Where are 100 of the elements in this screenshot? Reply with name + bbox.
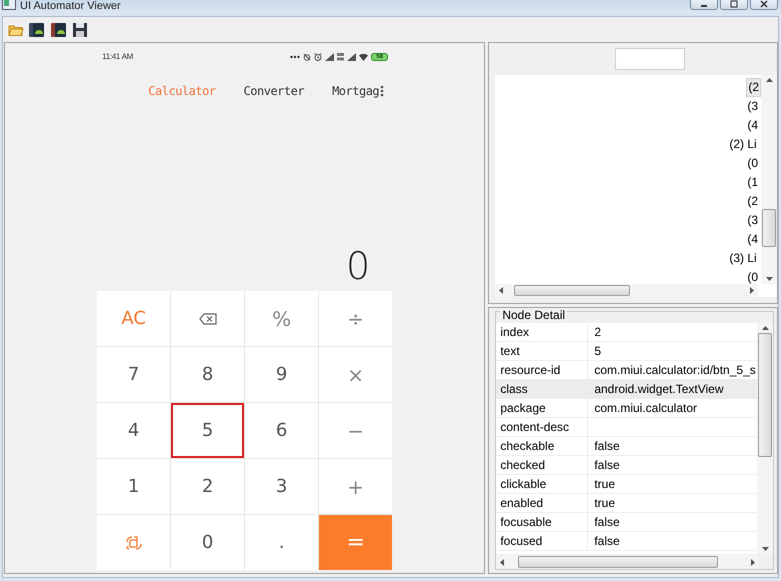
calculator-tab[interactable]: Mortgag [332,82,380,100]
calculator-key[interactable]: . [245,515,318,570]
alarm-off-icon [303,53,312,61]
property-value: true [593,476,616,493]
property-value: 2 [593,324,602,341]
window-title: UI Automator Viewer [20,0,121,13]
calculator-key[interactable]: 4 [97,403,170,458]
signal-icon [347,53,356,61]
scroll-up-icon[interactable] [766,78,772,82]
calculator-key[interactable]: 5 [171,403,244,458]
property-name: focusable [496,513,588,531]
vertical-scrollbar[interactable] [757,323,773,554]
property-name: checked [496,456,588,474]
tree-node[interactable]: (3) Li [728,250,758,267]
save-icon[interactable] [72,22,88,38]
calculator-key[interactable]: 2 [171,459,244,514]
scroll-down-icon[interactable] [766,277,772,281]
vertical-scrollbar[interactable] [761,75,777,284]
open-folder-icon[interactable] [8,22,24,36]
calculator-key[interactable]: 9 [245,347,318,402]
calculator-key[interactable]: 0 [171,515,244,570]
alarm-icon [314,53,322,61]
scroll-up-icon[interactable] [762,326,768,330]
property-row[interactable]: package com.miui.calculator [496,399,757,418]
filter-field[interactable] [614,48,685,70]
property-name: clickable [496,475,588,493]
scroll-down-icon[interactable] [762,547,768,551]
scroll-left-icon[interactable] [500,558,504,566]
property-row[interactable]: focusable false [496,513,757,532]
property-row[interactable]: enabled true [496,494,757,513]
calculator-tab[interactable]: Converter [244,82,304,100]
property-name: focused [496,532,588,550]
property-value: true [593,495,616,512]
property-value: com.miui.calculator [593,400,698,417]
property-value: false [593,533,621,550]
minimize-button[interactable] [690,0,718,10]
display-value: 0 [346,247,370,285]
maximize-button[interactable] [720,0,748,10]
tree-node[interactable]: (4 [746,117,759,134]
property-value: false [593,457,621,474]
calculator-key[interactable]: 8 [171,347,244,402]
scroll-right-icon[interactable] [750,287,754,294]
device-screenshot-icon[interactable] [50,22,68,38]
tree-node[interactable]: (2 [746,193,759,210]
property-row[interactable]: checked false [496,456,757,475]
property-row[interactable]: content-desc [496,418,757,437]
maximize-icon [729,0,739,8]
tree-node[interactable]: (3 [746,212,759,229]
status-time: 11:41 AM [102,51,133,63]
property-name: class [496,380,588,398]
overflow-menu-icon[interactable] [380,84,384,96]
property-row[interactable]: checkable false [496,437,757,456]
calculator-key[interactable]: ÷ [319,291,392,346]
scroll-left-icon[interactable] [499,287,504,294]
scrollbar-thumb[interactable] [518,556,718,568]
calculator-key[interactable]: 7 [97,347,170,402]
close-button[interactable] [750,0,778,10]
property-value: false [593,438,621,455]
property-value: false [593,514,621,531]
more-notifications-icon [290,55,300,59]
calculator-key[interactable]: 1 [97,459,170,514]
tree-node[interactable]: (0 [746,155,759,172]
tree-node[interactable]: (2) Li [728,136,758,153]
horizontal-scrollbar[interactable] [496,555,760,569]
device-screenshot-icon[interactable] [28,22,46,38]
property-row[interactable]: text 5 [496,342,757,361]
backspace-icon [198,312,217,324]
calculator-key[interactable]: % [245,291,318,346]
close-icon [759,0,769,8]
property-value: android.widget.TextView [593,381,725,398]
property-row[interactable]: focused false [496,532,757,551]
app-icon [2,0,16,10]
scrollbar-thumb[interactable] [762,209,776,247]
property-name: resource-id [496,361,588,379]
property-value: com.miui.calculator:id/btn_5_s [593,362,757,379]
calculator-key[interactable]: × [319,347,392,402]
tree-node[interactable]: (0 [746,269,759,286]
scrollbar-thumb[interactable] [758,333,772,457]
property-row[interactable]: class android.widget.TextView [496,380,757,399]
property-name: package [496,399,588,417]
calculator-key[interactable]: − [319,403,392,458]
property-name: index [496,323,588,341]
property-name: text [496,342,588,360]
property-row[interactable]: index 2 [496,323,757,342]
mode-switch-icon [124,534,143,550]
tree-node[interactable]: (4 [746,231,759,248]
property-row[interactable]: clickable true [496,475,757,494]
tree-node[interactable]: (3 [746,98,759,115]
scrollbar-thumb[interactable] [514,285,630,296]
property-value: 5 [593,343,602,360]
wifi-icon [359,53,368,61]
calculator-key[interactable]: 3 [245,459,318,514]
scroll-right-icon[interactable] [751,558,756,566]
calculator-key[interactable]: + [319,459,392,514]
tree-node[interactable]: (2 [746,78,761,97]
property-name: checkable [496,437,588,455]
tree-node[interactable]: (1 [746,174,759,191]
property-name: enabled [496,494,588,512]
calculator-key[interactable]: 6 [245,403,318,458]
horizontal-scrollbar[interactable] [495,284,758,297]
